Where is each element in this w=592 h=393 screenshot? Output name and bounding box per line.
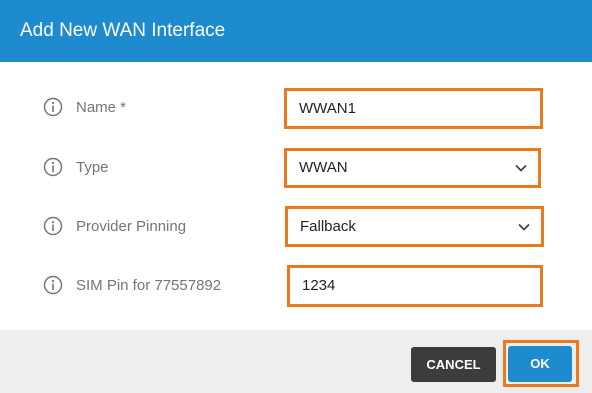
name-label: Name * — [76, 99, 127, 116]
provider-pinning-label: Provider Pinning — [76, 218, 187, 235]
type-label: Type — [76, 159, 109, 176]
type-select[interactable]: WWAN — [284, 148, 541, 188]
chevron-down-icon — [515, 164, 527, 172]
info-icon[interactable] — [43, 157, 63, 177]
provider-pinning-value: Fallback — [300, 217, 356, 235]
sim-pin-label: SIM Pin for 77557892 — [76, 277, 222, 294]
info-icon[interactable] — [43, 275, 63, 295]
cancel-button[interactable]: CANCEL — [411, 347, 496, 382]
dialog-title: Add New WAN Interface — [20, 20, 226, 41]
chevron-down-icon — [518, 223, 530, 231]
sim-pin-value: 1234 — [302, 277, 336, 294]
ok-button[interactable]: OK — [508, 346, 572, 382]
sim-pin-input[interactable]: 1234 — [287, 265, 543, 307]
info-icon[interactable] — [43, 216, 63, 236]
dialog-header: Add New WAN Interface — [0, 0, 592, 62]
provider-pinning-select[interactable]: Fallback — [285, 206, 544, 247]
type-value: WWAN — [299, 159, 348, 176]
name-value: WWAN1 — [299, 99, 356, 117]
name-input[interactable]: WWAN1 — [284, 88, 543, 129]
info-icon[interactable] — [43, 97, 63, 117]
